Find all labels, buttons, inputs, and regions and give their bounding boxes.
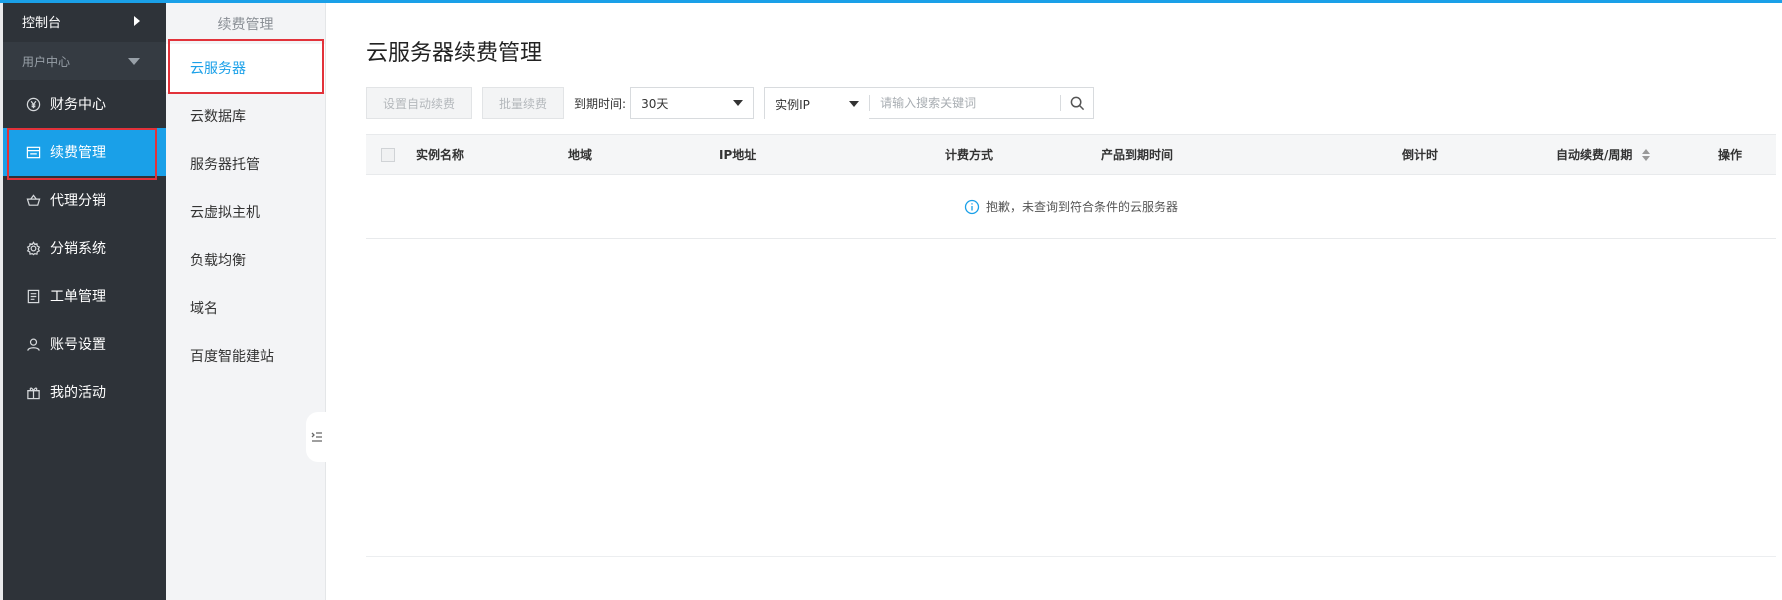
secondary-menu: 续费管理 云服务器 云数据库 服务器托管 云虚拟主机 负载均衡 域名 百度智能建… bbox=[166, 0, 328, 600]
submenu-item-cloud-database[interactable]: 云数据库 bbox=[166, 92, 325, 140]
set-auto-renew-button[interactable]: 设置自动续费 bbox=[366, 87, 473, 119]
sidebar-item-distribution[interactable]: 分销系统 bbox=[3, 224, 166, 272]
divider bbox=[366, 556, 1776, 557]
batch-renew-button[interactable]: 批量续费 bbox=[482, 87, 565, 119]
submenu-item-cloud-server[interactable]: 云服务器 bbox=[166, 44, 325, 92]
sidebar-item-label: 续费管理 bbox=[50, 145, 106, 161]
console-toggle[interactable]: 控制台 bbox=[3, 0, 166, 42]
sidebar-item-label: 代理分销 bbox=[50, 193, 106, 209]
gear-icon bbox=[24, 239, 42, 257]
column-header-billing: 计费方式 bbox=[945, 148, 994, 162]
document-icon bbox=[24, 287, 42, 305]
renew-card-icon bbox=[24, 143, 42, 161]
user-icon bbox=[24, 335, 42, 353]
search-icon bbox=[1070, 96, 1084, 110]
column-header-region: 地域 bbox=[568, 148, 593, 162]
sidebar-item-account[interactable]: 账号设置 bbox=[3, 320, 166, 368]
collapse-menu-button[interactable] bbox=[306, 412, 328, 462]
yen-circle-icon bbox=[24, 95, 42, 113]
sidebar-item-label: 分销系统 bbox=[50, 241, 106, 257]
expire-time-select[interactable]: 30天 bbox=[630, 87, 755, 119]
main-content: 云服务器续费管理 设置自动续费 批量续费 到期时间: 30天 实例IP 实例名称… bbox=[326, 3, 1782, 600]
top-accent-line bbox=[0, 0, 1782, 3]
user-center-toggle[interactable]: 用户中心 bbox=[3, 42, 166, 80]
submenu-item-site-builder[interactable]: 百度智能建站 bbox=[166, 332, 325, 380]
submenu-item-virtual-host[interactable]: 云虚拟主机 bbox=[166, 188, 325, 236]
basket-icon bbox=[24, 191, 42, 209]
column-header-auto-renew[interactable]: 自动续费/周期 bbox=[1556, 135, 1651, 174]
search-group: 实例IP bbox=[764, 87, 1095, 120]
sidebar-item-renewal[interactable]: 续费管理 bbox=[3, 128, 166, 176]
search-button[interactable] bbox=[1061, 88, 1093, 118]
column-header-expire-time: 产品到期时间 bbox=[1101, 148, 1174, 162]
sidebar-item-label: 工单管理 bbox=[50, 289, 106, 305]
caret-down-icon bbox=[849, 101, 860, 107]
collapse-list-icon bbox=[311, 432, 322, 442]
user-center-label: 用户中心 bbox=[22, 54, 71, 69]
search-type-select[interactable]: 实例IP bbox=[765, 88, 870, 120]
sidebar-item-label: 账号设置 bbox=[50, 337, 106, 353]
submenu-item-domain[interactable]: 域名 bbox=[166, 284, 325, 332]
page-title: 云服务器续费管理 bbox=[366, 41, 543, 66]
chevron-right-icon bbox=[134, 16, 140, 26]
column-header-auto-renew-label: 自动续费/周期 bbox=[1556, 148, 1633, 162]
console-label: 控制台 bbox=[22, 15, 62, 31]
search-type-value: 实例IP bbox=[775, 97, 810, 112]
info-icon bbox=[964, 199, 980, 214]
sidebar-item-tickets[interactable]: 工单管理 bbox=[3, 272, 166, 320]
column-header-ip: IP地址 bbox=[719, 148, 757, 162]
sidebar-item-finance[interactable]: 财务中心 bbox=[3, 80, 166, 128]
toolbar: 设置自动续费 批量续费 到期时间: 30天 实例IP bbox=[366, 87, 1095, 120]
column-header-actions: 操作 bbox=[1718, 148, 1743, 162]
sidebar-item-label: 我的活动 bbox=[50, 385, 106, 401]
submenu-item-server-hosting[interactable]: 服务器托管 bbox=[166, 140, 325, 188]
sort-icon bbox=[1642, 148, 1651, 161]
search-input[interactable] bbox=[870, 88, 1061, 118]
caret-down-icon bbox=[733, 100, 744, 106]
secondary-menu-title: 续费管理 bbox=[217, 17, 274, 33]
sidebar-item-label: 财务中心 bbox=[50, 97, 106, 113]
expire-time-label: 到期时间: bbox=[574, 96, 627, 111]
renewal-table: 实例名称 地域 IP地址 计费方式 产品到期时间 倒计时 自动续费/周期 操作 … bbox=[366, 134, 1776, 239]
submenu-item-load-balancer[interactable]: 负载均衡 bbox=[166, 236, 325, 284]
table-header: 实例名称 地域 IP地址 计费方式 产品到期时间 倒计时 自动续费/周期 操作 bbox=[366, 134, 1776, 175]
chevron-down-icon bbox=[128, 57, 140, 65]
column-header-countdown: 倒计时 bbox=[1402, 148, 1439, 162]
sidebar-item-agency[interactable]: 代理分销 bbox=[3, 176, 166, 224]
empty-state: 抱歉，未查询到符合条件的云服务器 bbox=[366, 175, 1776, 239]
expire-time-value: 30天 bbox=[641, 96, 669, 111]
column-header-instance-name: 实例名称 bbox=[416, 148, 465, 162]
sidebar-item-activities[interactable]: 我的活动 bbox=[3, 368, 166, 416]
select-all-checkbox[interactable] bbox=[381, 147, 395, 162]
empty-message: 抱歉，未查询到符合条件的云服务器 bbox=[985, 200, 1178, 214]
main-sidebar: 控制台 用户中心 财务中心 续费管理 代理分销 分销系统 工单管理 账号设置 我… bbox=[0, 0, 166, 600]
gift-icon bbox=[24, 383, 42, 401]
